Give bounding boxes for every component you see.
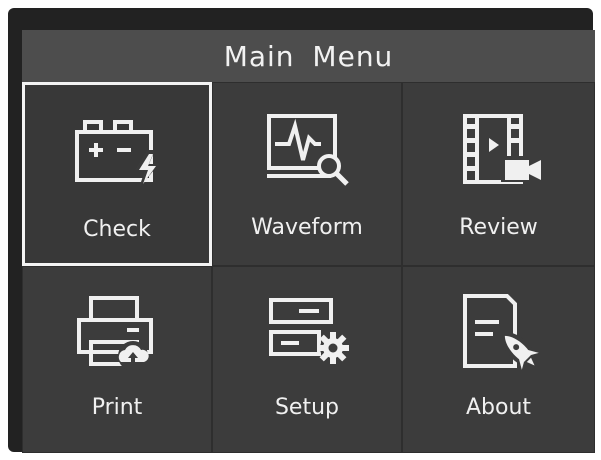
device-frame: Main Menu Check Waveform Review Print Se…	[8, 8, 595, 453]
menu-label-waveform: Waveform	[251, 215, 363, 240]
menu-label-check: Check	[83, 217, 151, 242]
menu-item-setup[interactable]: Setup	[212, 266, 402, 453]
settings-icon	[257, 289, 357, 375]
menu-item-about[interactable]: About	[402, 266, 595, 453]
menu-item-print[interactable]: Print	[22, 266, 212, 453]
page-title: Main Menu	[223, 39, 394, 73]
menu-item-waveform[interactable]: Waveform	[212, 82, 402, 266]
title-bar: Main Menu	[22, 30, 595, 82]
menu-label-review: Review	[459, 215, 538, 240]
film-video-icon	[449, 107, 549, 193]
menu-label-about: About	[465, 395, 532, 420]
menu-item-review[interactable]: Review	[402, 82, 595, 266]
menu-label-print: Print	[91, 395, 143, 420]
printer-icon	[67, 289, 167, 375]
menu-item-check[interactable]: Check	[22, 82, 212, 266]
document-rocket-icon	[449, 289, 549, 375]
battery-icon	[67, 109, 167, 195]
menu-grid: Check Waveform Review Print Setup About	[22, 82, 595, 453]
menu-label-setup: Setup	[274, 395, 340, 420]
screen: Main Menu Check Waveform Review Print Se…	[22, 30, 595, 453]
waveform-icon	[257, 107, 357, 193]
